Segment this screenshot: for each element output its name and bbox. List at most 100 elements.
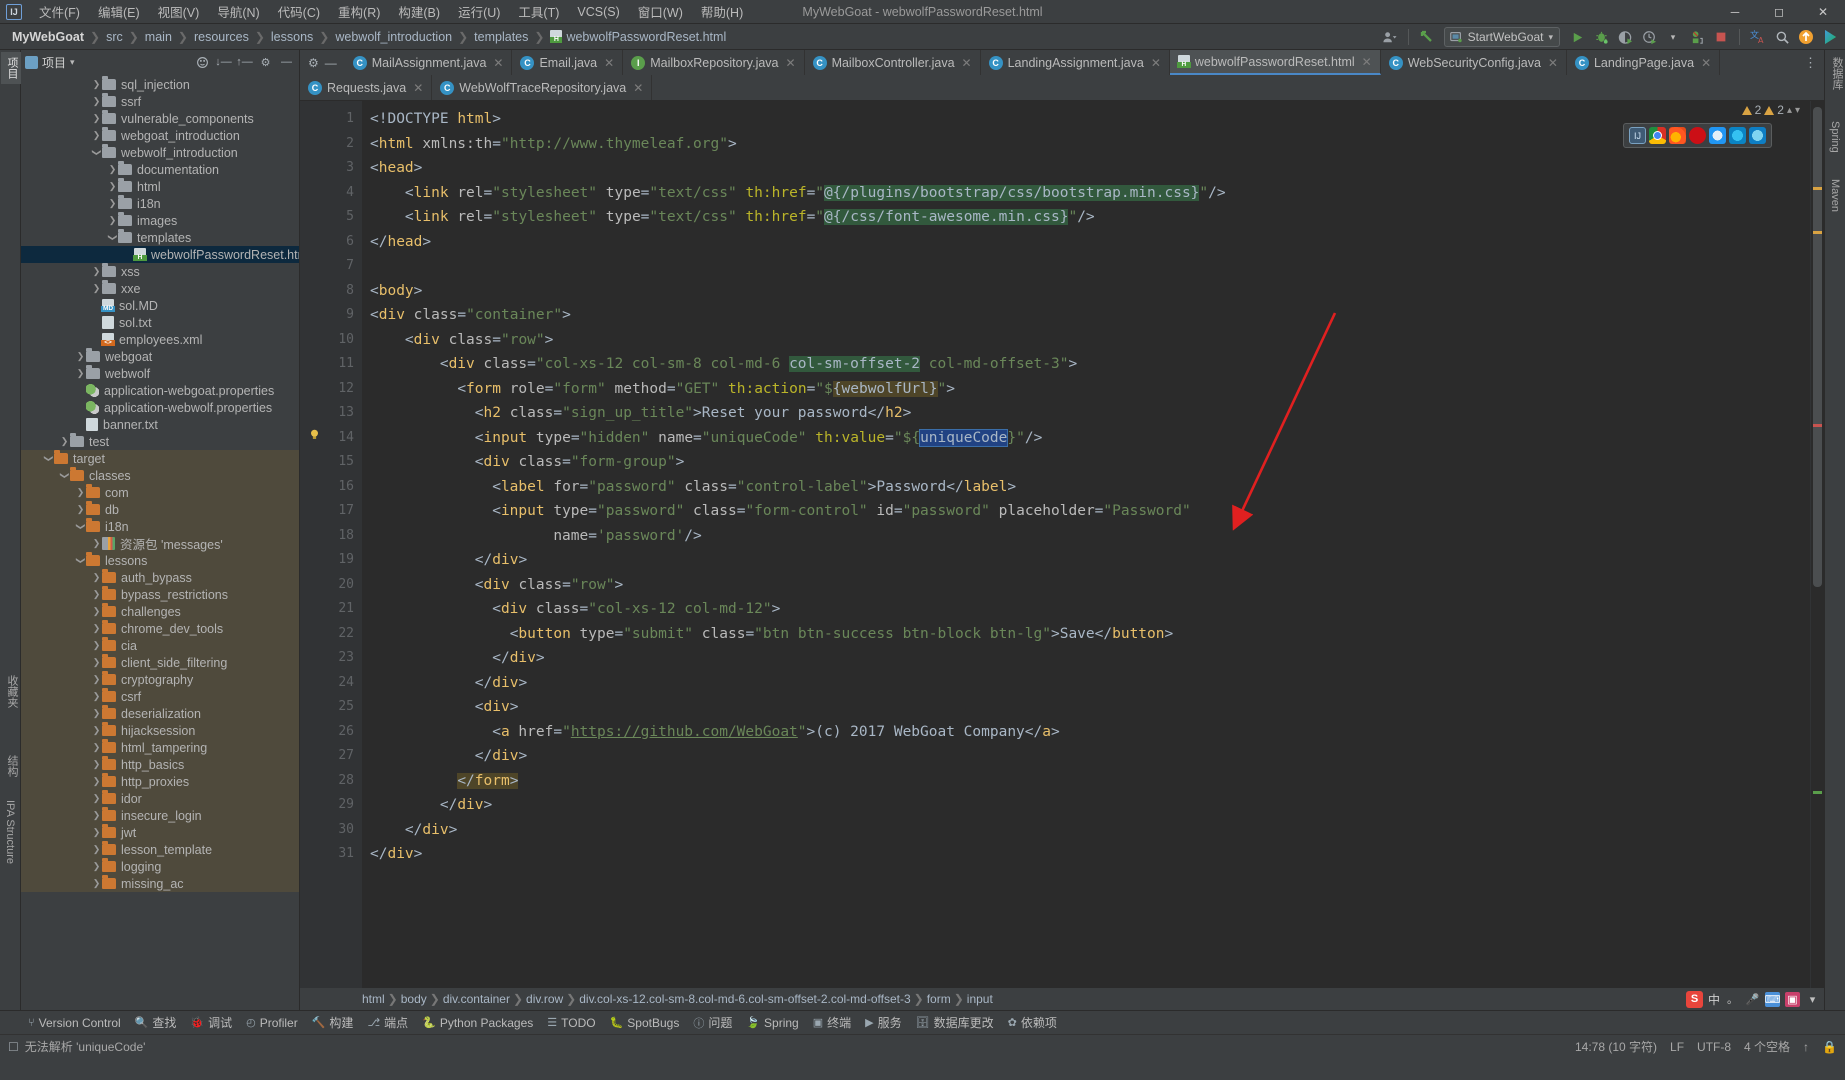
chevron-down-icon[interactable]: ▾	[1795, 105, 1800, 116]
tree-item[interactable]: ❯ i18n	[21, 518, 299, 535]
tool-window-button[interactable]: 🔨 构建	[306, 1012, 360, 1033]
close-tab-icon[interactable]: ✕	[1151, 56, 1161, 70]
code-line[interactable]: <html xmlns:th="http://www.thymeleaf.org…	[362, 132, 1810, 157]
editor-tab[interactable]: C MailAssignment.java ✕	[345, 50, 513, 75]
tree-item[interactable]: ❯ bypass_restrictions	[21, 586, 299, 603]
line-number[interactable]: 5	[300, 205, 362, 230]
scrollbar-thumb[interactable]	[1813, 107, 1822, 587]
breadcrumb-project[interactable]: MyWebGoat	[8, 29, 88, 45]
breadcrumb-segment[interactable]: templates	[470, 29, 532, 45]
maximize-icon[interactable]: ◻	[1757, 0, 1801, 24]
open-in-ij-builtin-icon[interactable]: IJ	[1629, 127, 1646, 144]
code-line[interactable]	[362, 254, 1810, 279]
warning-marker[interactable]	[1813, 231, 1822, 234]
line-number-gutter[interactable]: 1 2 3 4 5 6 7 8 9 10 11 12 13 14 15 16 17 18 19 20 21 22 23 24 2…	[300, 101, 362, 988]
chevron-right-icon[interactable]: ❯	[107, 198, 118, 209]
open-in-chrome-icon[interactable]	[1649, 127, 1666, 144]
chevron-right-icon[interactable]: ❯	[91, 589, 102, 600]
chevron-up-icon[interactable]: ▴	[1787, 105, 1792, 116]
open-in-edge-chromium-icon[interactable]	[1749, 127, 1766, 144]
tree-item[interactable]: ❯ xxe	[21, 280, 299, 297]
code-line[interactable]: <form role="form" method="GET" th:action…	[362, 377, 1810, 402]
chevron-right-icon[interactable]: ❯	[107, 164, 118, 175]
tree-item[interactable]: ❯ images	[21, 212, 299, 229]
code-line[interactable]: <head>	[362, 156, 1810, 181]
upload-icon[interactable]: ↑	[1803, 1040, 1809, 1054]
tree-item[interactable]: ❯ html_tampering	[21, 739, 299, 756]
close-tab-icon[interactable]: ✕	[1701, 56, 1711, 70]
close-tab-icon[interactable]: ✕	[962, 56, 972, 70]
code-line[interactable]: </div>	[362, 842, 1810, 867]
tool-window-maven[interactable]: Maven	[1826, 174, 1844, 217]
code-line[interactable]: <!DOCTYPE html>	[362, 107, 1810, 132]
editor-tab[interactable]: C WebWolfTraceRepository.java ✕	[432, 75, 653, 100]
tree-item[interactable]: ❯ challenges	[21, 603, 299, 620]
close-tab-icon[interactable]: ✕	[493, 56, 503, 70]
tree-item[interactable]: ❯ 资源包 'messages'	[21, 535, 299, 552]
tree-item[interactable]: application-webgoat.properties	[21, 382, 299, 399]
line-number[interactable]: 21	[300, 597, 362, 622]
chevron-right-icon[interactable]: ❯	[91, 538, 102, 549]
chevron-right-icon[interactable]: ❯	[107, 215, 118, 226]
editor-tab[interactable]: C Email.java ✕	[512, 50, 624, 75]
line-number[interactable]: 9	[300, 303, 362, 328]
change-marker[interactable]	[1813, 791, 1822, 794]
menu-window[interactable]: 窗口(W)	[629, 0, 692, 24]
chevron-right-icon[interactable]: ❯	[75, 504, 86, 515]
chevron-down-icon[interactable]: ❯	[75, 521, 86, 532]
chevron-right-icon[interactable]: ❯	[91, 691, 102, 702]
hide-icon[interactable]: —	[325, 56, 337, 70]
breadcrumb-segment[interactable]: main	[141, 29, 176, 45]
chevron-right-icon[interactable]: ❯	[59, 436, 70, 447]
tool-window-bar[interactable]: ⑂ Version Control 🔍 查找 🐞 调试 ◴ Profiler 🔨 构建 ⎇ 端点 🐍 Py…	[0, 1010, 1845, 1034]
code-line[interactable]: <div class="row">	[362, 328, 1810, 353]
tree-item[interactable]: ❯ hijacksession	[21, 722, 299, 739]
tree-item[interactable]: ❯ vulnerable_components	[21, 110, 299, 127]
line-number[interactable]: 13	[300, 401, 362, 426]
tool-window-button[interactable]: ▶ 服务	[859, 1012, 907, 1033]
open-in-firefox-icon[interactable]	[1669, 127, 1686, 144]
line-number[interactable]: 31	[300, 842, 362, 867]
tab-row-controls[interactable]: ⚙ —	[300, 50, 345, 75]
chevron-right-icon[interactable]: ❯	[75, 487, 86, 498]
user-settings-icon[interactable]	[1379, 26, 1401, 48]
menu-tools[interactable]: 工具(T)	[509, 0, 568, 24]
tool-window-button[interactable]: ☰ TODO	[541, 1014, 601, 1032]
lock-icon[interactable]: 🔒	[1822, 1040, 1837, 1054]
breadcrumb-file[interactable]: webwolfPasswordReset.html	[546, 29, 730, 45]
chevron-right-icon[interactable]: ❯	[91, 708, 102, 719]
tree-item[interactable]: ❯ ssrf	[21, 93, 299, 110]
structure-breadcrumb-item[interactable]: form	[927, 992, 951, 1006]
line-number[interactable]: 4	[300, 181, 362, 206]
code-line[interactable]: </form>	[362, 769, 1810, 794]
code-line[interactable]: <button type="submit" class="btn btn-suc…	[362, 622, 1810, 647]
chevron-right-icon[interactable]: ❯	[91, 776, 102, 787]
upload-update-icon[interactable]	[1795, 26, 1817, 48]
chevron-right-icon[interactable]: ❯	[107, 181, 118, 192]
code-line[interactable]: <link rel="stylesheet" type="text/css" t…	[362, 205, 1810, 230]
tree-item[interactable]: ❯ insecure_login	[21, 807, 299, 824]
structure-breadcrumb-item[interactable]: div.col-xs-12.col-sm-8.col-md-6.col-sm-o…	[579, 992, 910, 1006]
line-number[interactable]: 2	[300, 132, 362, 157]
breadcrumb-segment[interactable]: src	[102, 29, 127, 45]
hide-panel-icon[interactable]: —	[278, 54, 295, 71]
chevron-right-icon[interactable]: ❯	[91, 79, 102, 90]
collapse-all-icon[interactable]: ↓—	[215, 54, 232, 71]
tree-item[interactable]: ❯ idor	[21, 790, 299, 807]
tree-item[interactable]: ❯ test	[21, 433, 299, 450]
code-line[interactable]: <div class="col-xs-12 col-sm-8 col-md-6 …	[362, 352, 1810, 377]
tree-item[interactable]: ❯ lessons	[21, 552, 299, 569]
code-line[interactable]: <label for="password" class="control-lab…	[362, 475, 1810, 500]
tree-item[interactable]: ❯ templates	[21, 229, 299, 246]
more-icon[interactable]: ▾	[1805, 992, 1820, 1007]
menu-navigate[interactable]: 导航(N)	[208, 0, 268, 24]
tree-item[interactable]: application-webwolf.properties	[21, 399, 299, 416]
editor-tab[interactable]: C Requests.java ✕	[300, 75, 433, 100]
chevron-right-icon[interactable]: ❯	[75, 368, 86, 379]
line-number[interactable]: 15	[300, 450, 362, 475]
error-marker[interactable]	[1813, 424, 1822, 427]
window-controls[interactable]: ─ ◻ ✕	[1713, 0, 1845, 24]
debug-icon[interactable]	[1590, 26, 1612, 48]
code-editor[interactable]: 1 2 3 4 5 6 7 8 9 10 11 12 13 14 15 16 17 18 19 20 21 22 23 24 2…	[300, 101, 1824, 988]
menu-file[interactable]: 文件(F)	[30, 0, 89, 24]
